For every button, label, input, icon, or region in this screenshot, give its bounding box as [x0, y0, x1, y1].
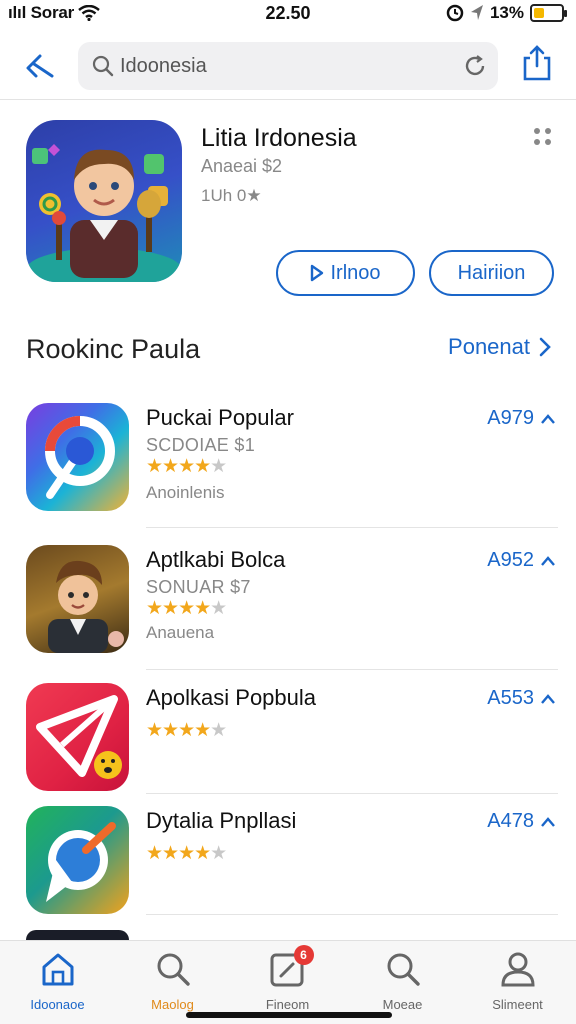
app-icon-send: [26, 683, 129, 791]
featured-app-icon[interactable]: [26, 120, 182, 282]
back-button[interactable]: [22, 48, 58, 84]
app-name: Dytalia Pnpllasi: [146, 808, 297, 833]
location-icon: [470, 5, 483, 20]
tab-label: Fineom: [265, 997, 310, 1012]
star-rating: ★★★★★: [146, 720, 227, 741]
app-name: Apolkasi Popbula: [146, 685, 317, 710]
app-name: Puckai Popular: [146, 405, 294, 430]
primary-action-label: Irlnoo: [330, 261, 381, 284]
app-icon-location: [26, 806, 129, 914]
search-icon: [153, 949, 193, 989]
updates-icon: 6: [268, 945, 314, 989]
list-item[interactable]: Apolkasi Popbula ★★★★★ A553: [0, 683, 576, 811]
tab-label: Maolog: [151, 997, 194, 1012]
app-developer: SCDOIAE $1: [146, 435, 256, 455]
chevron-right-icon: [539, 337, 551, 357]
share-icon: [523, 45, 551, 81]
featured-app: Litia Irdonesia Anaeai $2 1Uh 0★ Irlnoo …: [0, 100, 576, 310]
divider: [146, 793, 558, 794]
divider: [146, 527, 558, 528]
secondary-action-button[interactable]: Hairiion: [429, 250, 554, 296]
search-bar[interactable]: [78, 42, 498, 90]
tab-label: Slimeent: [492, 997, 543, 1012]
share-button[interactable]: [520, 44, 556, 84]
pin-logo-icon: [45, 416, 115, 499]
divider: [146, 669, 558, 670]
star-rating: ★★★★★: [146, 456, 227, 477]
app-category: Anauena: [146, 623, 215, 642]
price-label: A553: [487, 687, 534, 709]
chevron-up-icon: [541, 693, 555, 704]
tab-search[interactable]: Maolog: [115, 949, 230, 1019]
battery-icon: [530, 4, 567, 22]
search-header: [0, 38, 576, 100]
home-indicator: [186, 1012, 392, 1018]
app-icon-maps: [26, 403, 129, 511]
get-button[interactable]: A979: [487, 407, 556, 430]
notification-badge: 6: [293, 945, 314, 965]
featured-app-subtitle: Anaeai $2: [201, 156, 283, 176]
search-icon: [92, 55, 114, 77]
list-item[interactable]: Puckai Popular SCDOIAE $1 ★★★★★ Anoinlen…: [0, 403, 576, 531]
refresh-icon[interactable]: [462, 53, 488, 79]
primary-action-button[interactable]: Irlnoo: [276, 250, 415, 296]
chevron-up-icon: [541, 555, 555, 566]
featured-app-rating: 1Uh 0★: [201, 186, 262, 205]
star-rating: ★★★★★: [146, 843, 227, 864]
alarm-icon: [446, 4, 464, 22]
app-name: Aptlkabi Bolca: [146, 547, 286, 572]
battery-percent: 13%: [489, 3, 524, 22]
play-icon: [311, 264, 324, 282]
list-item[interactable]: Aptlkabi Bolca SONUAR $7 ★★★★★ Anauena A…: [0, 545, 576, 673]
character-icon: [48, 560, 124, 653]
see-all-link[interactable]: Ponenat: [448, 334, 552, 360]
section-title: Rookinc Paula: [26, 334, 201, 364]
star-rating: ★★★★★: [146, 598, 227, 619]
app-icon-character: [26, 545, 129, 653]
tab-label: Idoonaoe: [30, 997, 85, 1012]
tab-profile[interactable]: Slimeent: [460, 949, 575, 1019]
chevron-up-icon: [541, 413, 555, 424]
featured-app-title[interactable]: Litia Irdonesia: [201, 124, 357, 153]
price-label: A952: [487, 549, 534, 571]
price-label: A979: [487, 407, 534, 429]
chevron-up-icon: [541, 816, 555, 827]
character-icon: [26, 144, 182, 282]
divider: [146, 914, 558, 915]
person-icon: [498, 949, 538, 989]
status-bar: ılıl Sorar 22.50 13%: [0, 0, 576, 30]
list-item[interactable]: Dytalia Pnpllasi ★★★★★ A478: [0, 806, 576, 934]
tab-updates[interactable]: 6 Fineom: [230, 945, 345, 1019]
tab-label: Moeae: [382, 997, 423, 1012]
search-input[interactable]: [120, 52, 440, 80]
price-label: A478: [487, 810, 534, 832]
location-pin-icon: [46, 822, 116, 902]
app-icon-partial: [26, 930, 129, 940]
secondary-action-label: Hairiion: [457, 261, 526, 284]
paper-plane-icon: [36, 695, 122, 779]
more-options-icon[interactable]: [534, 128, 552, 146]
get-button[interactable]: A478: [487, 810, 556, 833]
get-button[interactable]: A952: [487, 549, 556, 572]
app-developer: SONUAR $7: [146, 577, 251, 597]
back-arrow-icon: [26, 54, 54, 78]
search-icon: [383, 949, 423, 989]
tab-home[interactable]: Idoonaoe: [0, 949, 115, 1019]
app-category: Anoinlenis: [146, 483, 225, 502]
tab-explore[interactable]: Moeae: [345, 949, 460, 1019]
home-icon: [38, 949, 78, 989]
status-icons: 13%: [446, 3, 567, 23]
see-all-label: Ponenat: [448, 334, 530, 359]
get-button[interactable]: A553: [487, 687, 556, 710]
